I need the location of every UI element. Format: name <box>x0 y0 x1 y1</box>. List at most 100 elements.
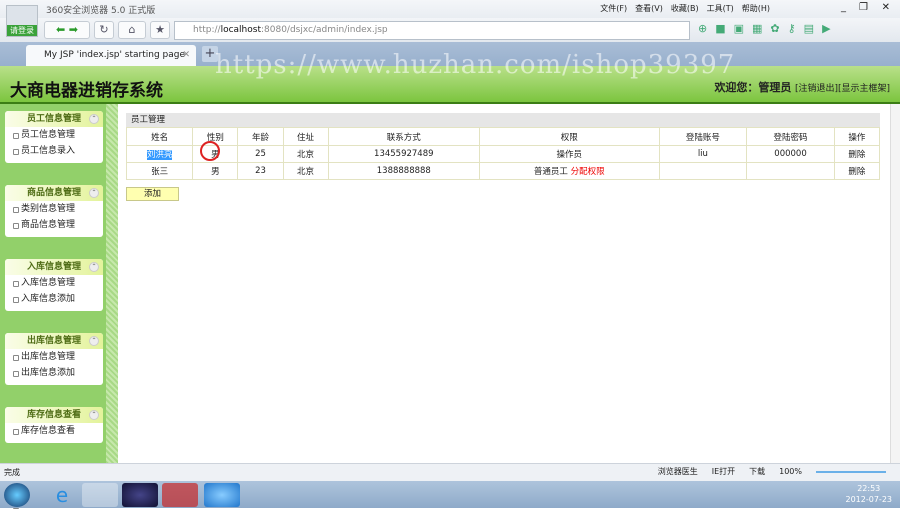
group-title: 库存信息查看 <box>26 410 81 420</box>
sidebar-item[interactable]: 库存信息查看 <box>5 423 103 439</box>
toolbox-taskbar-icon[interactable] <box>162 483 198 507</box>
maximize-button[interactable]: ❐ <box>859 2 868 13</box>
col-role: 权限 <box>479 127 660 146</box>
system-clock[interactable]: 22:53 2012-07-23 <box>846 483 893 505</box>
show-frame-link[interactable]: [显示主框架] <box>838 84 890 94</box>
menu-tools[interactable]: 工具(T) <box>707 3 734 14</box>
sidebar-item[interactable]: 入库信息添加 <box>5 291 103 307</box>
url-prefix: http:// <box>193 25 221 35</box>
sidebar-group: 商品信息管理 ⌃ 类别信息管理 商品信息管理 <box>5 185 103 237</box>
zoom-slider[interactable] <box>816 471 886 473</box>
role-text: 普通员工 <box>533 167 568 177</box>
selected-name: 刘洪亮 <box>146 150 173 160</box>
logout-link[interactable]: [注销退出] <box>795 84 838 94</box>
cell-password: 000000 <box>746 145 835 163</box>
sidebar-item[interactable]: 员工信息录入 <box>5 143 103 159</box>
welcome-text: 欢迎您：管理员 <box>714 81 792 94</box>
sidebar-item[interactable]: 出库信息管理 <box>5 349 103 365</box>
col-phone: 联系方式 <box>327 127 481 146</box>
home-icon[interactable]: ⌂ <box>118 21 146 39</box>
close-window-button[interactable]: ✕ <box>882 2 890 13</box>
start-button[interactable] <box>4 483 30 507</box>
collapse-icon[interactable]: ⌃ <box>89 336 99 346</box>
sidebar-item[interactable]: 入库信息管理 <box>5 275 103 291</box>
sidebar-item[interactable]: 出库信息添加 <box>5 365 103 381</box>
sidebar-group: 员工信息管理 ⌃ 员工信息管理 员工信息录入 <box>5 111 103 163</box>
delete-link[interactable]: 删除 <box>833 162 881 180</box>
browser-title-bar: 360安全浏览器 5.0 正式版 文件(F) 查看(V) 收藏(B) 工具(T)… <box>0 0 900 18</box>
browser-title: 360安全浏览器 5.0 正式版 <box>46 6 156 16</box>
menu-favorites[interactable]: 收藏(B) <box>671 3 699 14</box>
sidebar-divider[interactable] <box>106 104 118 463</box>
mouse-cursor-highlight <box>200 141 220 161</box>
cell-role: 操作员 <box>479 145 660 163</box>
sidebar-group-header[interactable]: 商品信息管理 ⌃ <box>5 185 103 201</box>
group-title: 商品信息管理 <box>26 188 81 198</box>
back-forward-button[interactable]: ⬅ ➡ <box>44 21 90 39</box>
table-header-row: 姓名 性别 年龄 住址 联系方式 权限 登陆账号 登陆密码 操作 <box>125 127 881 146</box>
assign-permission-link[interactable]: 分配权限 <box>571 167 605 177</box>
scrollbar[interactable] <box>890 104 900 463</box>
collapse-icon[interactable]: ⌃ <box>89 114 99 124</box>
download-button[interactable]: 下载 <box>749 463 765 481</box>
panel-title: 员工管理 <box>126 113 880 127</box>
sidebar-group-header[interactable]: 库存信息查看 ⌃ <box>5 407 103 423</box>
col-action: 操作 <box>833 127 881 146</box>
menu-help[interactable]: 帮助(H) <box>742 3 770 14</box>
sidebar-item[interactable]: 类别信息管理 <box>5 201 103 217</box>
col-name: 姓名 <box>125 127 194 146</box>
menu-view[interactable]: 查看(V) <box>635 3 663 14</box>
status-text: 完成 <box>4 468 20 477</box>
sidebar-item[interactable]: 商品信息管理 <box>5 217 103 233</box>
col-account: 登陆账号 <box>658 127 748 146</box>
refresh-icon[interactable]: ↻ <box>94 21 114 39</box>
cell-age: 25 <box>237 145 284 163</box>
add-button[interactable]: 添加 <box>126 187 179 201</box>
table-row: 张三 男 23 北京 1388888888 普通员工 分配权限 删除 <box>125 162 881 180</box>
eclipse-taskbar-icon[interactable] <box>122 483 158 507</box>
sidebar-group-header[interactable]: 员工信息管理 ⌃ <box>5 111 103 127</box>
group-title: 出库信息管理 <box>26 336 81 346</box>
cell-gender: 男 <box>192 162 239 180</box>
tab-index[interactable]: My JSP 'index.jsp' starting page ✕ <box>26 45 196 66</box>
welcome-area: 欢迎您：管理员 [注销退出][显示主框架] <box>714 79 890 95</box>
col-age: 年龄 <box>237 127 284 146</box>
toolbar-extension-icons[interactable]: ⊕■▣▦✿⚷▤▶ <box>698 22 839 35</box>
collapse-icon[interactable]: ⌃ <box>89 262 99 272</box>
cell-phone: 1388888888 <box>327 162 481 180</box>
cell-name: 刘洪亮 <box>125 145 194 163</box>
sidebar-item[interactable]: 员工信息管理 <box>5 127 103 143</box>
favorite-star-icon[interactable]: ★ <box>150 21 170 39</box>
browser-menu: 文件(F) 查看(V) 收藏(B) 工具(T) 帮助(H) <box>600 3 770 14</box>
cell-phone: 13455927489 <box>327 145 481 163</box>
menu-file[interactable]: 文件(F) <box>600 3 627 14</box>
sidebar-group: 出库信息管理 ⌃ 出库信息管理 出库信息添加 <box>5 333 103 385</box>
sidebar-group: 库存信息查看 ⌃ 库存信息查看 <box>5 407 103 443</box>
employee-table: 姓名 性别 年龄 住址 联系方式 权限 登陆账号 登陆密码 操作 刘洪亮 男 2… <box>125 127 881 180</box>
minimize-button[interactable]: _ <box>841 2 846 13</box>
col-address: 住址 <box>282 127 329 146</box>
sidebar-group: 入库信息管理 ⌃ 入库信息管理 入库信息添加 <box>5 259 103 311</box>
address-bar[interactable]: http://localhost:8080/dsjxc/admin/index.… <box>174 21 690 40</box>
collapse-icon[interactable]: ⌃ <box>89 410 99 420</box>
collapse-icon[interactable]: ⌃ <box>89 188 99 198</box>
cell-password <box>746 162 835 180</box>
sidebar-group-header[interactable]: 出库信息管理 ⌃ <box>5 333 103 349</box>
ie-open-button[interactable]: IE打开 <box>712 463 735 481</box>
browser-doctor-button[interactable]: 浏览器医生 <box>658 463 698 481</box>
delete-link[interactable]: 删除 <box>833 145 881 163</box>
sidebar-group-header[interactable]: 入库信息管理 ⌃ <box>5 259 103 275</box>
col-password: 登陆密码 <box>746 127 835 146</box>
close-tab-icon[interactable]: ✕ <box>182 45 190 65</box>
cell-address: 北京 <box>282 145 329 163</box>
360-browser-taskbar-icon[interactable] <box>82 483 118 507</box>
qq-taskbar-icon[interactable] <box>204 483 240 507</box>
site-title: 大商电器进销存系统 <box>10 81 163 101</box>
cell-role: 普通员工 分配权限 <box>479 162 660 180</box>
login-avatar[interactable]: 请登录 <box>6 5 38 37</box>
clock-date: 2012-07-23 <box>845 495 893 504</box>
url-host: localhost <box>220 25 261 35</box>
ie-taskbar-icon[interactable]: e <box>44 483 80 507</box>
zoom-level[interactable]: 100% <box>779 463 802 481</box>
status-tools: 浏览器医生 IE打开 下载 100% <box>658 463 886 481</box>
